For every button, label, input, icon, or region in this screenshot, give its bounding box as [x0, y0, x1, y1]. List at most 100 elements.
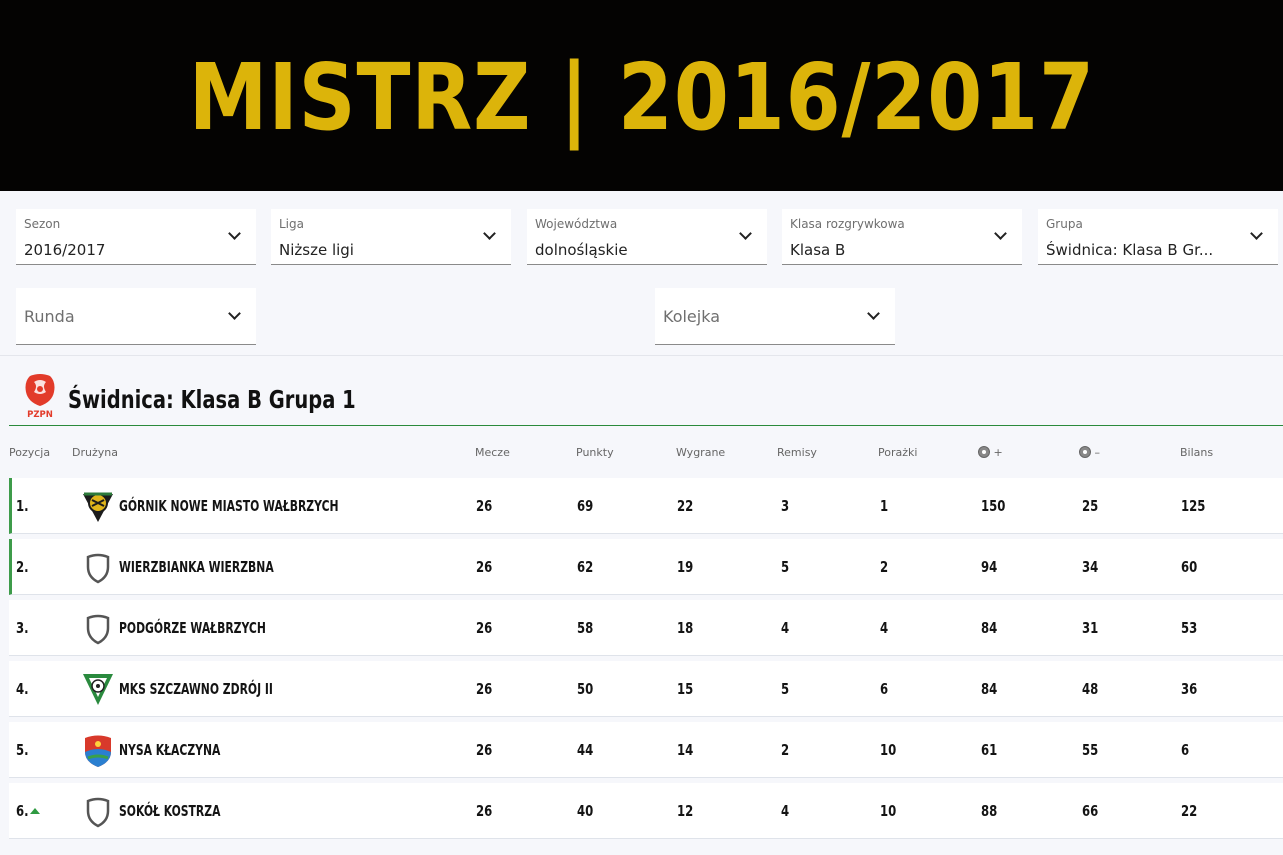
row-m: 26 [476, 619, 493, 637]
chevron-down-icon [483, 227, 496, 240]
row-b: 36 [1181, 680, 1198, 698]
row-ga: 25 [1082, 497, 1099, 515]
col-losses: Porażki [878, 446, 918, 459]
row-position: 5. [16, 741, 29, 759]
table-row[interactable]: 5. NYSA KŁACZYNA 26 44 14 2 10 61 55 6 [9, 722, 1283, 778]
row-ga: 66 [1082, 802, 1099, 820]
matchday-select[interactable]: Kolejka [655, 288, 895, 345]
row-gf: 84 [981, 680, 998, 698]
row-l: 1 [880, 497, 889, 515]
hero-banner: MISTRZ | 2016/2017 [0, 0, 1283, 191]
row-m: 26 [476, 558, 493, 576]
row-gf: 84 [981, 619, 998, 637]
team-name-link[interactable]: NYSA KŁACZYNA [119, 741, 220, 759]
col-goals-against-sign: – [1094, 446, 1101, 459]
row-ga: 55 [1082, 741, 1099, 759]
row-d: 5 [781, 558, 790, 576]
row-p: 44 [577, 741, 594, 759]
league-select-label: Liga [279, 217, 304, 231]
ball-icon [978, 446, 990, 458]
col-balance: Bilans [1180, 446, 1214, 459]
row-w: 14 [677, 741, 694, 759]
league-header: PZPN Świdnica: Klasa B Grupa 1 [0, 360, 1283, 430]
row-m: 26 [476, 741, 493, 759]
row-l: 4 [880, 619, 889, 637]
row-w: 22 [677, 497, 694, 515]
row-p: 62 [577, 558, 594, 576]
row-w: 15 [677, 680, 694, 698]
chevron-down-icon [739, 227, 752, 240]
team-name-link[interactable]: WIERZBIANKA WIERZBNA [119, 558, 274, 576]
class-select-label: Klasa rozgrywkowa [790, 217, 905, 231]
row-gf: 150 [981, 497, 1006, 515]
table-row[interactable]: 6. SOKÓŁ KOSTRZA 26 40 12 4 10 88 66 22 [9, 783, 1283, 839]
banner-title: MISTRZ | 2016/2017 [188, 44, 1095, 151]
voivodeship-select[interactable]: Województwa dolnośląskie [527, 209, 767, 265]
row-ga: 31 [1082, 619, 1099, 637]
row-w: 12 [677, 802, 694, 820]
group-select[interactable]: Grupa Świdnica: Klasa B Gr... [1038, 209, 1278, 265]
row-ga: 48 [1082, 680, 1099, 698]
svg-text:PZPN: PZPN [27, 410, 53, 420]
row-m: 26 [476, 680, 493, 698]
row-l: 10 [880, 802, 897, 820]
league-title: Świdnica: Klasa B Grupa 1 [68, 385, 356, 414]
team-name-link[interactable]: MKS SZCZAWNO ZDRÓJ II [119, 680, 273, 698]
row-p: 69 [577, 497, 594, 515]
matchday-select-placeholder: Kolejka [663, 307, 721, 326]
row-position: 2. [16, 558, 29, 576]
league-select-value: Niższe ligi [279, 241, 354, 259]
row-b: 22 [1181, 802, 1198, 820]
col-draws: Remisy [777, 446, 817, 459]
group-select-label: Grupa [1046, 217, 1083, 231]
team-name-link[interactable]: SOKÓŁ KOSTRZA [119, 802, 220, 820]
section-divider [0, 355, 1283, 356]
ball-icon [1079, 446, 1091, 458]
team-crest-icon [80, 488, 116, 524]
filters-panel: Sezon 2016/2017 Liga Niższe ligi Wojewód… [0, 191, 1283, 356]
row-position: 6. [16, 802, 29, 820]
row-l: 10 [880, 741, 897, 759]
row-p: 58 [577, 619, 594, 637]
row-w: 19 [677, 558, 694, 576]
team-name-link[interactable]: GÓRNIK NOWE MIASTO WAŁBRZYCH [119, 497, 339, 515]
col-goals-for-sign: + [993, 446, 1003, 459]
row-position: 4. [16, 680, 29, 698]
row-gf: 61 [981, 741, 998, 759]
row-b: 53 [1181, 619, 1198, 637]
row-d: 4 [781, 619, 790, 637]
row-p: 40 [577, 802, 594, 820]
col-goals-for: + [978, 446, 1003, 459]
pzpn-logo: PZPN [25, 374, 55, 420]
row-b: 60 [1181, 558, 1198, 576]
row-d: 2 [781, 741, 790, 759]
col-matches: Mecze [475, 446, 510, 459]
table-row[interactable]: 1. GÓRNIK NOWE MIASTO WAŁBRZYCH 26 69 22 3 1 15… [9, 478, 1283, 534]
table-row[interactable]: 3. PODGÓRZE WAŁBRZYCH 26 58 18 4 4 84 31 53 [9, 600, 1283, 656]
table-row[interactable]: 4. MKS SZCZAWNO ZDRÓJ II 26 50 15 5 6 84 48 36 [9, 661, 1283, 717]
season-select-value: 2016/2017 [24, 241, 106, 259]
row-position: 1. [16, 497, 29, 515]
round-select[interactable]: Runda [16, 288, 256, 345]
season-select[interactable]: Sezon 2016/2017 [16, 209, 256, 265]
row-p: 50 [577, 680, 594, 698]
class-select[interactable]: Klasa rozgrywkowa Klasa B [782, 209, 1022, 265]
col-position: Pozycja [9, 446, 51, 459]
row-gf: 88 [981, 802, 998, 820]
team-crest-icon [80, 671, 116, 707]
voivodeship-select-value: dolnośląskie [535, 241, 628, 259]
trend-up-icon [30, 808, 40, 814]
chevron-down-icon [994, 227, 1007, 240]
row-b: 6 [1181, 741, 1190, 759]
chevron-down-icon [1250, 227, 1263, 240]
league-select[interactable]: Liga Niższe ligi [271, 209, 511, 265]
table-row[interactable]: 2. WIERZBIANKA WIERZBNA 26 62 19 5 2 94 34 60 [9, 539, 1283, 595]
league-underline [9, 425, 1283, 426]
row-m: 26 [476, 802, 493, 820]
voivodeship-select-label: Województwa [535, 217, 618, 231]
chevron-down-icon [228, 307, 241, 320]
row-d: 5 [781, 680, 790, 698]
row-gf: 94 [981, 558, 998, 576]
chevron-down-icon [867, 307, 880, 320]
team-name-link[interactable]: PODGÓRZE WAŁBRZYCH [119, 619, 266, 637]
